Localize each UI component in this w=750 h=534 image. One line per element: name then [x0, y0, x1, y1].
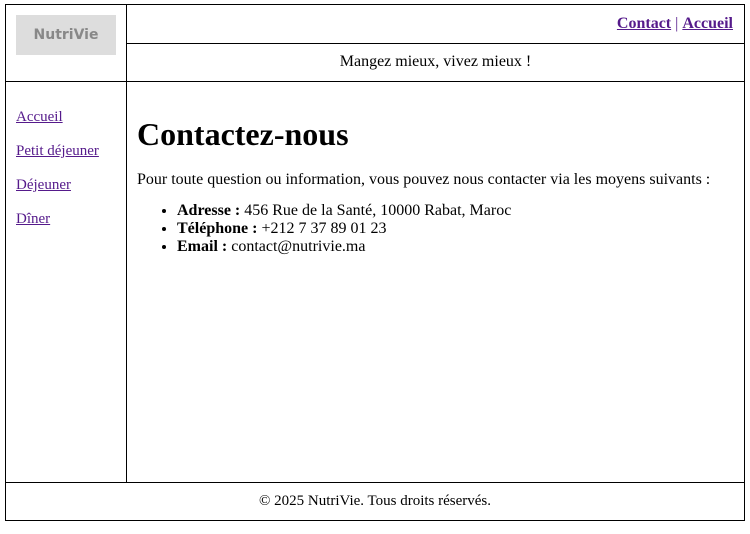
sidebar-item-accueil[interactable]: Accueil: [16, 108, 126, 126]
contact-label: Téléphone :: [177, 220, 258, 237]
logo-text: NutriVie: [33, 27, 99, 43]
page-title: Contactez-nous: [137, 116, 349, 152]
main-content: Contactez-nous Pour toute question ou in…: [127, 82, 744, 482]
contact-item-phone: Téléphone : +212 7 37 89 01 23: [177, 220, 734, 238]
tagline: Mangez mieux, vivez mieux !: [127, 44, 744, 82]
footer: © 2025 NutriVie. Tous droits réservés.: [6, 482, 744, 520]
footer-text: © 2025 NutriVie. Tous droits réservés.: [258, 493, 492, 509]
top-navigation: Contact | Accueil: [127, 5, 744, 44]
contact-label: Email :: [177, 238, 228, 255]
contact-list: Adresse : 456 Rue de la Santé, 10000 Rab…: [137, 202, 734, 256]
contact-item-email: Email : contact@nutrivie.ma: [177, 238, 734, 256]
sidebar-item-dejeuner[interactable]: Déjeuner: [16, 176, 126, 194]
logo: NutriVie: [16, 15, 116, 55]
sidebar-item-diner[interactable]: Dîner: [16, 210, 126, 228]
sidebar-navigation: Accueil Petit déjeuner Déjeuner Dîner: [6, 82, 127, 482]
logo-cell: NutriVie: [6, 5, 127, 82]
topnav-separator: |: [675, 15, 679, 32]
contact-value: +212 7 37 89 01 23: [261, 220, 387, 237]
contact-value: contact@nutrivie.ma: [231, 238, 366, 255]
sidebar-item-petit-dejeuner[interactable]: Petit déjeuner: [16, 142, 126, 160]
intro-text: Pour toute question ou information, vous…: [137, 171, 711, 188]
page-frame: NutriVie Contact | Accueil Mangez mieux,…: [5, 4, 745, 521]
contact-label: Adresse :: [177, 202, 241, 219]
contact-value: 456 Rue de la Santé, 10000 Rabat, Maroc: [244, 202, 512, 219]
topnav-link-contact[interactable]: Contact: [617, 15, 671, 32]
tagline-text: Mangez mieux, vivez mieux !: [339, 53, 532, 70]
contact-item-address: Adresse : 456 Rue de la Santé, 10000 Rab…: [177, 202, 734, 220]
topnav-link-accueil[interactable]: Accueil: [682, 15, 733, 32]
